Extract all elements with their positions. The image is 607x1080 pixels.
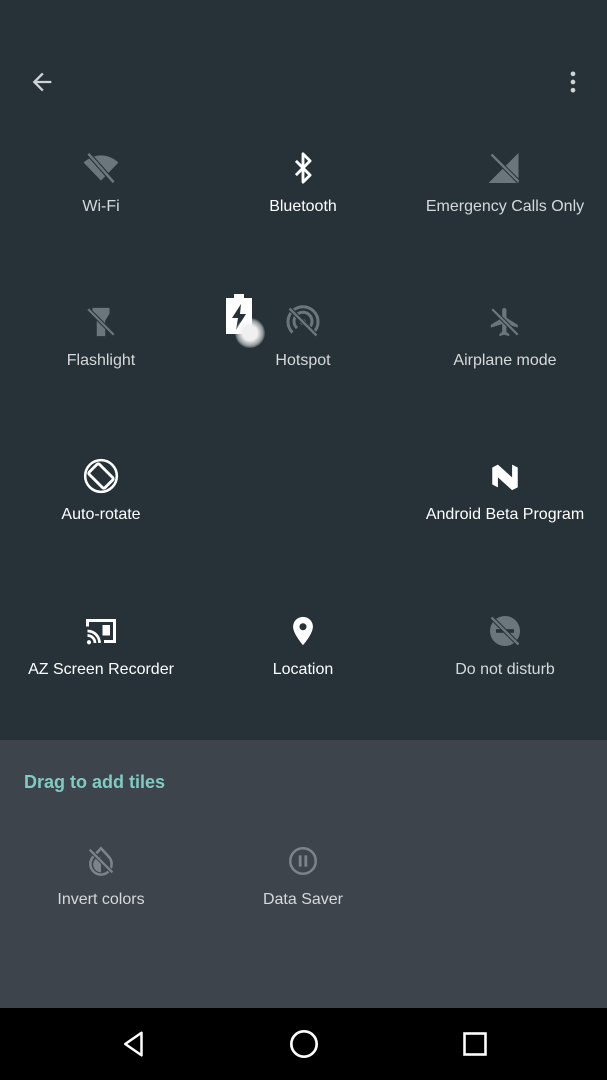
tile-az-screen-recorder[interactable]: AZ Screen Recorder: [0, 611, 202, 731]
more-options-button[interactable]: [553, 62, 593, 102]
dragged-tile[interactable]: [222, 292, 272, 352]
data-saver-icon: [283, 841, 323, 881]
nav-home-icon: [290, 1030, 318, 1058]
nav-recents-icon: [463, 1032, 487, 1056]
nav-back-icon: [124, 1031, 143, 1057]
airplane-off-icon: [485, 302, 525, 342]
tile-label: Location: [272, 661, 334, 678]
android-beta-icon: [485, 456, 525, 496]
tile-label: Airplane mode: [453, 352, 557, 369]
more-vert-icon: [570, 71, 576, 93]
tile-label: Android Beta Program: [425, 506, 585, 523]
tile-airplane-mode[interactable]: Airplane mode: [404, 302, 606, 422]
tile-android-beta[interactable]: Android Beta Program: [404, 456, 606, 576]
active-tiles-panel: Wi-Fi Bluetooth Emergency Calls Only Fla…: [0, 0, 607, 740]
tile-do-not-disturb[interactable]: Do not disturb: [404, 611, 606, 731]
flashlight-off-icon: [81, 302, 121, 342]
do-not-disturb-icon: [485, 611, 525, 651]
tile-label: Invert colors: [57, 891, 145, 908]
tile-auto-rotate[interactable]: Auto-rotate: [0, 456, 202, 576]
tile-data-saver[interactable]: Data Saver: [202, 841, 404, 961]
tile-flashlight[interactable]: Flashlight: [0, 302, 202, 422]
tile-location[interactable]: Location: [202, 611, 404, 731]
bluetooth-icon: [283, 148, 323, 188]
tile-label: Bluetooth: [269, 198, 337, 215]
arrow-back-icon: [32, 72, 52, 92]
back-button[interactable]: [22, 62, 62, 102]
tile-bluetooth[interactable]: Bluetooth: [202, 148, 404, 268]
tile-emergency-calls[interactable]: Emergency Calls Only: [404, 148, 606, 268]
tile-label: Wi-Fi: [82, 198, 120, 215]
nav-recents-button[interactable]: [455, 1024, 495, 1064]
touch-indicator: [235, 318, 265, 348]
tile-label: Emergency Calls Only: [425, 198, 585, 215]
navigation-bar: [0, 1008, 607, 1080]
tile-invert-colors[interactable]: Invert colors: [0, 841, 202, 961]
wifi-off-icon: [81, 148, 121, 188]
drag-to-add-title: Drag to add tiles: [24, 772, 166, 792]
tile-label: Data Saver: [262, 891, 344, 908]
tile-wifi[interactable]: Wi-Fi: [0, 148, 202, 268]
app-bar: [0, 50, 607, 114]
tile-label: Do not disturb: [455, 661, 555, 678]
cast-icon: [81, 611, 121, 651]
auto-rotate-icon: [81, 456, 121, 496]
invert-colors-icon: [81, 841, 121, 881]
signal-off-icon: [485, 148, 525, 188]
tile-label: Auto-rotate: [61, 506, 141, 523]
tile-label: AZ Screen Recorder: [28, 661, 174, 678]
nav-back-button[interactable]: [114, 1024, 154, 1064]
tile-label: Flashlight: [66, 352, 136, 369]
nav-home-button[interactable]: [284, 1024, 324, 1064]
tile-label: Hotspot: [275, 352, 331, 369]
drag-to-add-panel: Drag to add tiles Invert colors Data Sav…: [0, 740, 607, 1008]
location-pin-icon: [283, 611, 323, 651]
hotspot-off-icon: [283, 302, 323, 342]
